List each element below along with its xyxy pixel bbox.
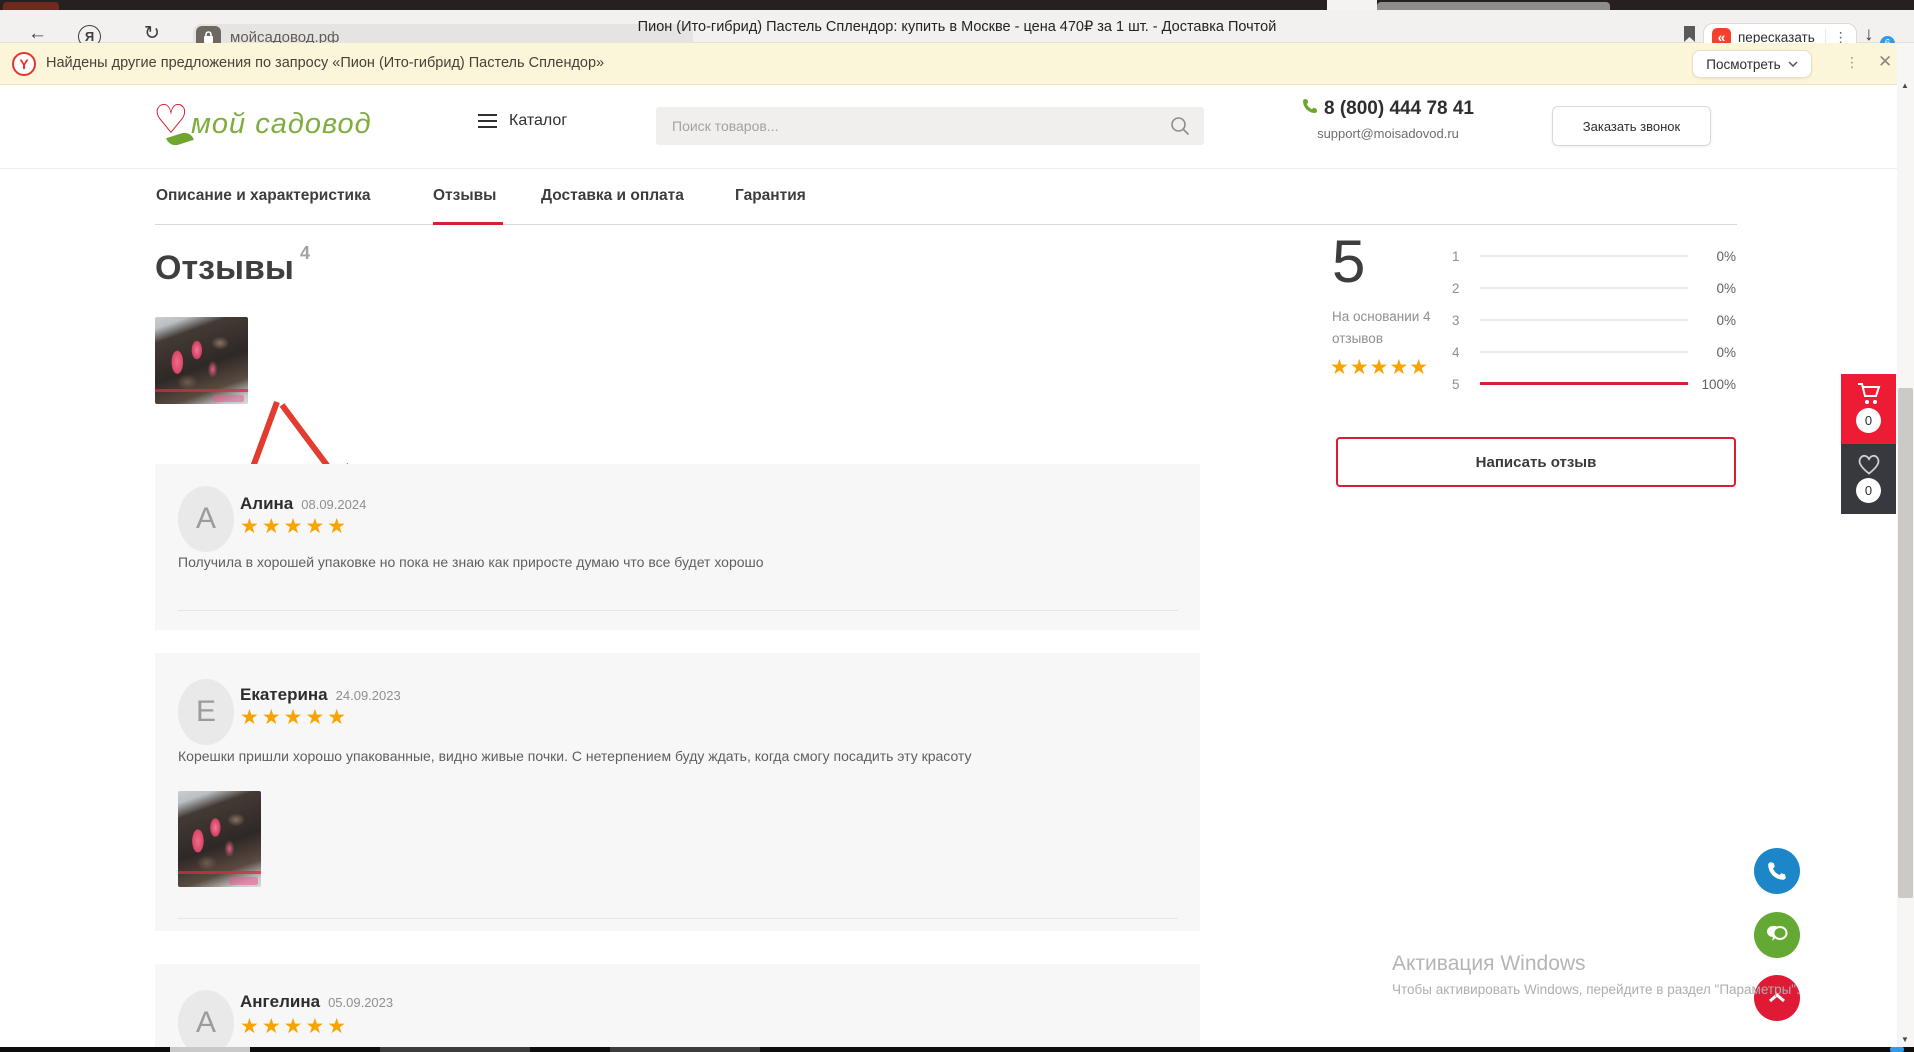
phone-icon: [1302, 98, 1318, 114]
tabs-divider: [155, 224, 1737, 225]
scrollbar-down-icon[interactable]: ▼: [1901, 1035, 1909, 1044]
phone-number: 8 (800) 444 78 41: [1324, 98, 1474, 119]
offers-notification-bar: Y Найдены другие предложения по запросу …: [0, 43, 1914, 85]
chevron-down-icon: [1788, 61, 1798, 67]
scrollbar-thumb[interactable]: [1898, 388, 1913, 898]
rating-bar-track: [1480, 351, 1688, 353]
browser-tab[interactable]: [3, 2, 59, 10]
browser-toolbar: ← Я ↻ мойсадовод.рф Пион (Ито-гибрид) Па…: [0, 10, 1914, 43]
reviews-count: 4: [300, 243, 310, 263]
notification-text: Найдены другие предложения по запросу «П…: [46, 55, 604, 71]
rating-distribution: 10% 20% 30% 40% 5100%: [1452, 240, 1736, 400]
close-icon[interactable]: ✕: [1878, 52, 1892, 72]
chat-fab-button[interactable]: [1754, 912, 1800, 958]
view-offers-button[interactable]: Посмотреть: [1692, 50, 1812, 78]
notification-menu-icon[interactable]: ⋮: [1845, 54, 1859, 71]
avatar: А: [178, 486, 234, 552]
tab-warranty[interactable]: Гарантия: [735, 187, 806, 205]
windows-activation-title: Активация Windows: [1392, 952, 1586, 976]
review-date: 05.09.2023: [328, 995, 393, 1010]
reviewer-name: Ангелина05.09.2023: [240, 992, 393, 1012]
review-card: А Алина08.09.2024 ★★★★★ Получила в хорош…: [155, 464, 1200, 630]
active-tab-underline: [433, 222, 503, 225]
contact-block: 8 (800) 444 78 41 support@moisadovod.ru: [1282, 98, 1494, 141]
logo-text: мой садовод: [191, 108, 372, 141]
windows-activation-subtitle: Чтобы активировать Windows, перейдите в …: [1392, 982, 1800, 997]
heart-icon: [1856, 452, 1882, 476]
review-divider: [178, 610, 1178, 611]
rating-bar-row: 5100%: [1452, 368, 1736, 400]
cart-count-badge: 0: [1856, 408, 1881, 433]
site-logo[interactable]: ♡ мой садовод: [153, 98, 373, 158]
review-text: Получила в хорошей упаковке но пока не з…: [178, 554, 1160, 570]
rating-bar-track: [1480, 319, 1688, 321]
review-stars: ★★★★★: [240, 1014, 349, 1039]
rating-bar-row: 30%: [1452, 304, 1736, 336]
back-icon[interactable]: ←: [28, 24, 47, 43]
catalog-button[interactable]: Каталог: [478, 110, 567, 132]
average-rating: 5: [1332, 232, 1365, 292]
review-stars: ★★★★★: [240, 705, 349, 730]
review-card: Е Екатерина24.09.2023 ★★★★★ Корешки приш…: [155, 653, 1200, 931]
scrollbar-up-icon[interactable]: ▲: [1901, 81, 1909, 90]
browser-tab-active[interactable]: [1327, 0, 1377, 10]
tab-delivery[interactable]: Доставка и оплата: [541, 187, 684, 205]
taskbar-sliver: [0, 1047, 1914, 1052]
rating-bar-row: 40%: [1452, 336, 1736, 368]
review-date: 08.09.2024: [301, 497, 366, 512]
reload-icon[interactable]: ↻: [144, 24, 160, 43]
search-icon[interactable]: [1170, 116, 1190, 136]
call-fab-button[interactable]: [1754, 848, 1800, 894]
hamburger-icon: [478, 110, 497, 132]
page-scrollbar[interactable]: ▲ ▼: [1897, 43, 1914, 1052]
rating-bar-row: 20%: [1452, 272, 1736, 304]
search-bar: [656, 107, 1204, 145]
phone-icon: [1767, 861, 1787, 881]
rating-bar-track: [1480, 287, 1688, 289]
reviewer-name: Екатерина24.09.2023: [240, 685, 401, 705]
site-header: ♡ мой садовод Каталог 8 (800) 444 78 41 …: [0, 85, 1897, 169]
reviewer-name: Алина08.09.2024: [240, 494, 366, 514]
cart-icon: [1856, 382, 1882, 406]
chat-icon: [1765, 924, 1789, 946]
review-divider: [178, 918, 1178, 919]
avatar: Е: [178, 679, 234, 745]
browser-tab[interactable]: [1377, 2, 1610, 10]
review-photo[interactable]: [178, 791, 261, 887]
review-date: 24.09.2023: [336, 688, 401, 703]
browser-tab-strip: [0, 0, 1914, 10]
rating-bar-row: 10%: [1452, 240, 1736, 272]
summary-stars: ★★★★★: [1330, 355, 1429, 380]
search-input[interactable]: [672, 107, 1152, 145]
download-icon: ↓: [1864, 25, 1874, 44]
yandex-market-icon: Y: [12, 52, 36, 76]
wishlist-widget[interactable]: 0: [1841, 444, 1896, 514]
wishlist-count-badge: 0: [1856, 478, 1881, 503]
rating-based-on: На основании 4отзывов: [1332, 306, 1431, 350]
cart-widget[interactable]: 0: [1841, 374, 1896, 444]
product-tabs: Описание и характеристика Отзывы Доставк…: [0, 169, 1914, 226]
phone-line[interactable]: 8 (800) 444 78 41: [1282, 98, 1494, 120]
callback-button[interactable]: Заказать звонок: [1552, 106, 1711, 146]
review-text: Корешки пришли хорошо упакованные, видно…: [178, 748, 1160, 764]
avatar: А: [178, 990, 234, 1052]
page-title: Пион (Ито-гибрид) Пастель Сплендор: купи…: [400, 10, 1514, 43]
review-gallery-thumbnail[interactable]: [155, 317, 248, 404]
tab-description[interactable]: Описание и характеристика: [156, 187, 370, 205]
review-card: А Ангелина05.09.2023 ★★★★★: [155, 964, 1200, 1052]
write-review-button[interactable]: Написать отзыв: [1336, 437, 1736, 487]
reviews-heading: Отзывы4: [155, 243, 310, 288]
tab-reviews[interactable]: Отзывы: [433, 187, 496, 205]
rating-bar-track: [1480, 383, 1688, 385]
review-stars: ★★★★★: [240, 514, 349, 539]
support-email[interactable]: support@moisadovod.ru: [1282, 126, 1494, 141]
rating-bar-track: [1480, 255, 1688, 257]
